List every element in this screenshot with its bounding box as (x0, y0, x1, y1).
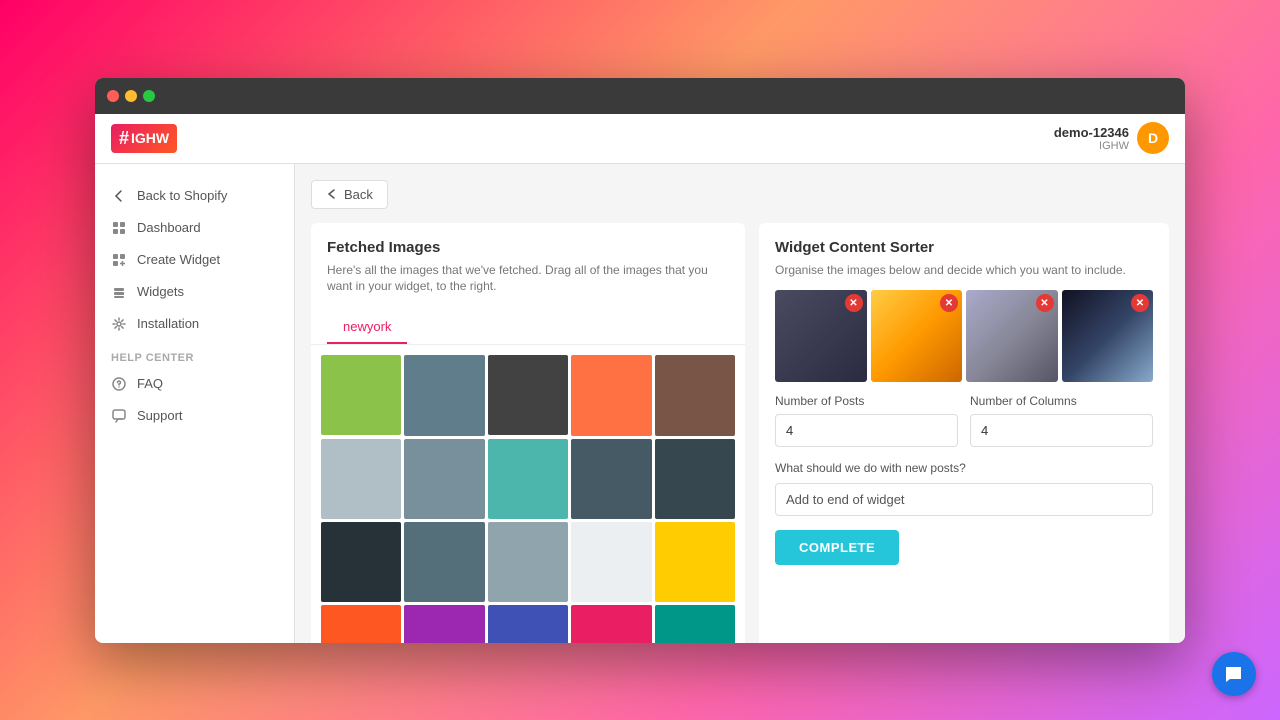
main-layout: Back to Shopify Dashboard (95, 164, 1185, 643)
main-content: Back Fetched Images Here's all the image… (295, 164, 1185, 643)
sidebar-item-installation[interactable]: Installation (95, 308, 294, 340)
maximize-button[interactable] (143, 90, 155, 102)
remove-image-1-button[interactable]: ✕ (845, 294, 863, 312)
sidebar-label-dashboard: Dashboard (137, 220, 201, 235)
image-thumb[interactable] (571, 439, 651, 519)
number-of-posts-input[interactable] (775, 414, 958, 447)
image-thumb[interactable] (655, 522, 735, 602)
two-panels: Fetched Images Here's all the images tha… (311, 223, 1169, 643)
image-thumb[interactable] (571, 355, 651, 435)
selected-image-2[interactable]: ✕ (871, 290, 963, 382)
traffic-lights (107, 90, 155, 102)
chat-fab-button[interactable] (1212, 652, 1256, 696)
sidebar-item-back-shopify[interactable]: Back to Shopify (95, 180, 294, 212)
layers-icon (111, 284, 127, 300)
sidebar-label-installation: Installation (137, 316, 199, 331)
image-thumb[interactable] (571, 605, 651, 642)
titlebar (95, 78, 1185, 114)
image-thumb[interactable] (404, 355, 484, 435)
sidebar-item-faq[interactable]: FAQ (95, 368, 294, 400)
image-thumb[interactable] (321, 522, 401, 602)
widget-sorter-title: Widget Content Sorter (775, 239, 1153, 256)
close-button[interactable] (107, 90, 119, 102)
tab-newyork[interactable]: newyork (327, 311, 407, 344)
image-thumb[interactable] (655, 605, 735, 642)
avatar: D (1137, 122, 1169, 154)
sidebar-item-support[interactable]: Support (95, 400, 294, 432)
user-company: IGHW (1054, 140, 1129, 152)
selected-image-1[interactable]: ✕ (775, 290, 867, 382)
logo-box: # IGHW (111, 124, 177, 153)
image-thumb[interactable] (321, 605, 401, 642)
tab-bar: newyork (311, 311, 745, 345)
user-details: demo-12346 IGHW (1054, 125, 1129, 152)
arrow-left-icon (111, 188, 127, 204)
image-thumb[interactable] (488, 355, 568, 435)
number-of-posts-label: Number of Posts (775, 394, 958, 408)
number-of-posts-group: Number of Posts (775, 394, 958, 447)
fetched-images-desc: Here's all the images that we've fetched… (327, 262, 729, 296)
gear-icon (111, 316, 127, 332)
question-icon (111, 376, 127, 392)
remove-image-4-button[interactable]: ✕ (1131, 294, 1149, 312)
posts-columns-row: Number of Posts Number of Columns (775, 394, 1153, 447)
image-grid (311, 345, 745, 642)
back-button[interactable]: Back (311, 180, 388, 209)
user-info: demo-12346 IGHW D (1054, 122, 1169, 154)
plus-grid-icon (111, 252, 127, 268)
image-thumb[interactable] (488, 522, 568, 602)
grid-icon (111, 220, 127, 236)
fetched-images-header: Fetched Images Here's all the images tha… (311, 223, 745, 312)
sidebar: Back to Shopify Dashboard (95, 164, 295, 643)
image-thumb[interactable] (488, 439, 568, 519)
image-thumb[interactable] (404, 522, 484, 602)
number-of-columns-label: Number of Columns (970, 394, 1153, 408)
image-thumb[interactable] (655, 439, 735, 519)
back-button-label: Back (344, 187, 373, 202)
minimize-button[interactable] (125, 90, 137, 102)
complete-button[interactable]: COMPLETE (775, 530, 899, 565)
widget-sorter-desc: Organise the images below and decide whi… (775, 262, 1153, 279)
sidebar-label-faq: FAQ (137, 376, 163, 391)
number-of-columns-input[interactable] (970, 414, 1153, 447)
selected-images-row: ✕ ✕ ✕ ✕ (775, 290, 1153, 382)
selected-image-3[interactable]: ✕ (966, 290, 1058, 382)
fetched-images-panel: Fetched Images Here's all the images tha… (311, 223, 745, 643)
selected-image-4[interactable]: ✕ (1062, 290, 1154, 382)
new-posts-select[interactable]: Add to end of widget (775, 483, 1153, 516)
sidebar-label-support: Support (137, 408, 183, 423)
logo-hash-icon: # (119, 128, 129, 149)
image-thumb[interactable] (321, 439, 401, 519)
image-thumb[interactable] (404, 439, 484, 519)
sidebar-label-back-shopify: Back to Shopify (137, 188, 227, 203)
sidebar-item-widgets[interactable]: Widgets (95, 276, 294, 308)
number-of-columns-group: Number of Columns (970, 394, 1153, 447)
chat-icon (111, 408, 127, 424)
sidebar-label-widgets: Widgets (137, 284, 184, 299)
widget-sorter-panel: Widget Content Sorter Organise the image… (759, 223, 1169, 643)
remove-image-2-button[interactable]: ✕ (940, 294, 958, 312)
sidebar-label-create-widget: Create Widget (137, 252, 220, 267)
logo: # IGHW (111, 124, 177, 153)
user-name: demo-12346 (1054, 125, 1129, 140)
image-thumb[interactable] (488, 605, 568, 642)
image-thumb[interactable] (404, 605, 484, 642)
app-header: # IGHW demo-12346 IGHW D (95, 114, 1185, 164)
logo-text: IGHW (131, 130, 169, 146)
remove-image-3-button[interactable]: ✕ (1036, 294, 1054, 312)
new-posts-label: What should we do with new posts? (775, 461, 1153, 475)
sidebar-item-create-widget[interactable]: Create Widget (95, 244, 294, 276)
image-thumb[interactable] (321, 355, 401, 435)
sidebar-item-dashboard[interactable]: Dashboard (95, 212, 294, 244)
fetched-images-title: Fetched Images (327, 239, 729, 256)
image-thumb[interactable] (655, 355, 735, 435)
help-center-label: HELP CENTER (95, 340, 294, 368)
image-thumb[interactable] (571, 522, 651, 602)
